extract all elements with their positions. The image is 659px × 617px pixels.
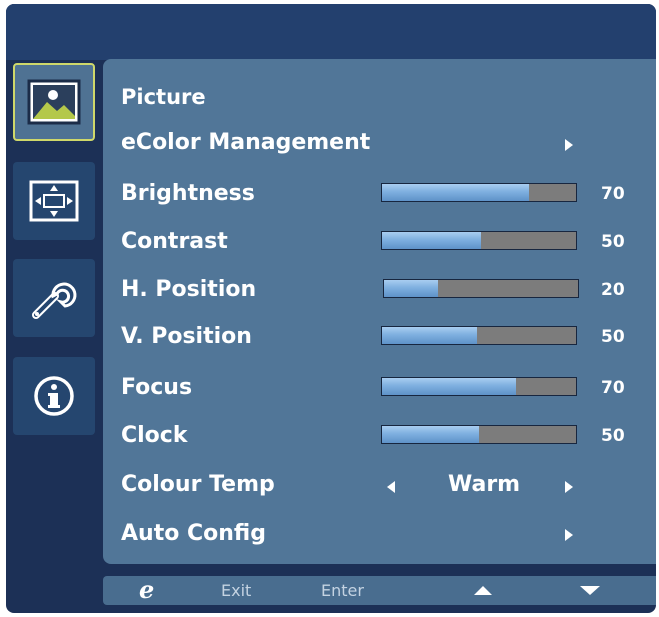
clock-value: 50 xyxy=(601,426,625,446)
menu-item-h-position[interactable]: H. Position 20 xyxy=(103,270,656,310)
menu-item-auto-config[interactable]: Auto Config xyxy=(103,514,656,554)
triangle-up-icon[interactable] xyxy=(474,586,492,595)
h-position-slider-fill xyxy=(384,280,439,297)
ecolor-management-label: eColor Management xyxy=(121,130,371,155)
picture-icon xyxy=(27,79,81,125)
tab-information[interactable] xyxy=(13,357,95,435)
clock-slider-fill xyxy=(382,426,479,443)
enter-key-label[interactable]: Enter xyxy=(321,582,364,600)
colour-temp-label: Colour Temp xyxy=(121,472,275,497)
tab-settings[interactable] xyxy=(13,259,95,337)
h-position-value: 20 xyxy=(601,280,625,300)
auto-config-label: Auto Config xyxy=(121,521,266,546)
v-position-slider[interactable] xyxy=(381,326,577,345)
v-position-slider-fill xyxy=(382,327,478,344)
screen-position-icon xyxy=(29,180,79,222)
v-position-label: V. Position xyxy=(121,324,252,349)
chevron-right-icon[interactable] xyxy=(565,481,573,493)
menu-item-focus[interactable]: Focus 70 xyxy=(103,368,656,408)
brightness-slider-fill xyxy=(382,184,530,201)
focus-label: Focus xyxy=(121,375,193,400)
h-position-slider[interactable] xyxy=(383,279,579,298)
key-guide-bar: e Exit Enter xyxy=(103,576,656,605)
v-position-value: 50 xyxy=(601,327,625,347)
contrast-label: Contrast xyxy=(121,229,228,254)
tab-screen-position[interactable] xyxy=(13,162,95,240)
osd-header-bar xyxy=(6,4,656,60)
tab-picture[interactable] xyxy=(13,63,95,141)
wrench-icon xyxy=(32,282,77,319)
menu-title-row: Picture xyxy=(103,77,656,117)
menu-item-v-position[interactable]: V. Position 50 xyxy=(103,317,656,357)
brightness-slider[interactable] xyxy=(381,183,577,202)
menu-item-ecolor-management[interactable]: eColor Management xyxy=(103,123,656,163)
h-position-label: H. Position xyxy=(121,277,257,302)
picture-menu-panel: Picture eColor Management Brightness 70 Co… xyxy=(103,59,656,564)
info-icon xyxy=(34,376,74,416)
colour-temp-value: Warm xyxy=(448,472,521,497)
contrast-value: 50 xyxy=(601,232,625,252)
exit-key-label[interactable]: Exit xyxy=(221,582,251,600)
chevron-left-icon[interactable] xyxy=(387,481,395,493)
empowering-key-logo[interactable]: e xyxy=(139,578,163,602)
menu-item-contrast[interactable]: Contrast 50 xyxy=(103,222,656,262)
focus-slider[interactable] xyxy=(381,377,577,396)
focus-value: 70 xyxy=(601,378,625,398)
focus-slider-fill xyxy=(382,378,516,395)
menu-item-clock[interactable]: Clock 50 xyxy=(103,416,656,456)
triangle-down-icon[interactable] xyxy=(580,586,600,595)
chevron-right-icon xyxy=(565,139,573,151)
chevron-right-icon xyxy=(565,529,573,541)
brightness-label: Brightness xyxy=(121,181,255,206)
contrast-slider[interactable] xyxy=(381,231,577,250)
osd-window: Picture eColor Management Brightness 70 Co… xyxy=(6,4,656,613)
menu-title: Picture xyxy=(121,85,206,109)
clock-slider[interactable] xyxy=(381,425,577,444)
menu-item-brightness[interactable]: Brightness 70 xyxy=(103,174,656,214)
menu-item-colour-temp[interactable]: Colour Temp Warm xyxy=(103,465,656,505)
brightness-value: 70 xyxy=(601,184,625,204)
clock-label: Clock xyxy=(121,423,188,448)
contrast-slider-fill xyxy=(382,232,481,249)
